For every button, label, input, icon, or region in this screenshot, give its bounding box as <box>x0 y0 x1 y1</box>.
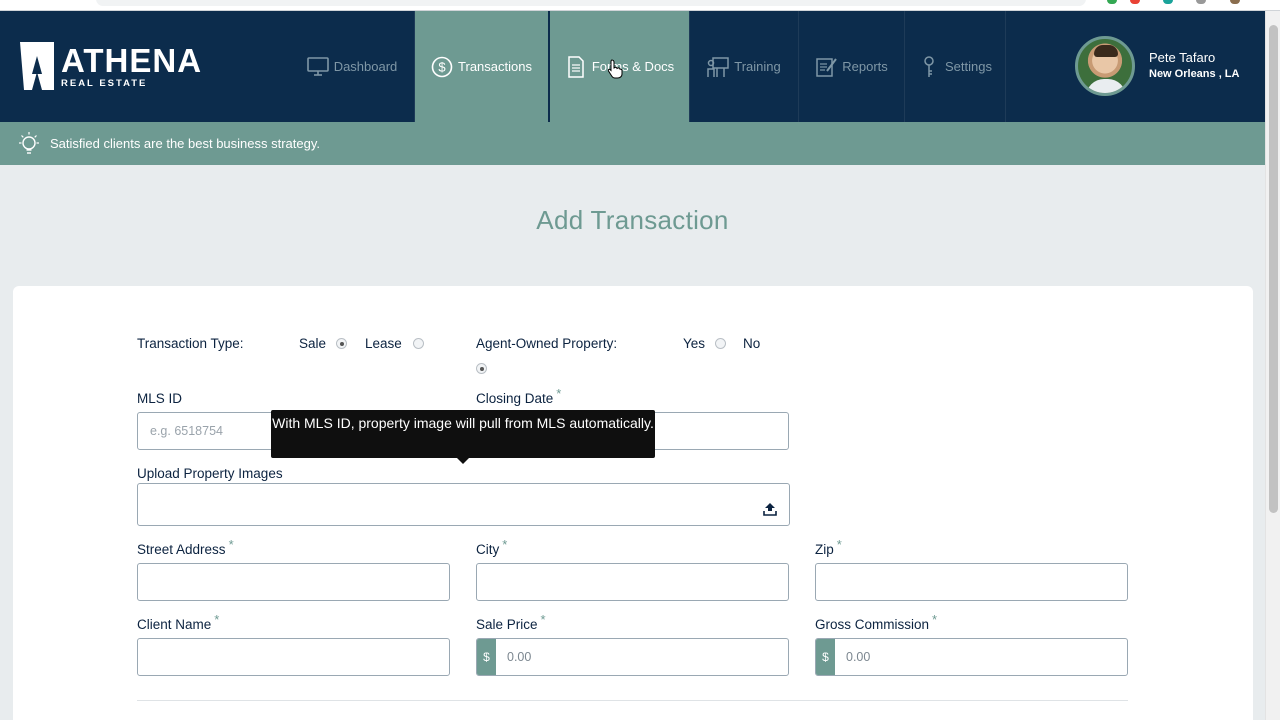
document-icon <box>565 55 587 78</box>
mls-id-label: MLS ID <box>137 391 183 406</box>
extension-icon[interactable] <box>1130 0 1140 4</box>
extension-icon[interactable] <box>1107 0 1117 4</box>
lease-radio[interactable] <box>413 338 424 349</box>
nav-reports[interactable]: Reports <box>799 11 905 122</box>
required-asterisk: * <box>214 612 220 627</box>
extension-icon[interactable] <box>1196 0 1206 4</box>
top-header: ATHENA REAL ESTATE Dashboard $ Transacti… <box>0 11 1265 122</box>
nav-settings[interactable]: Settings <box>905 11 1006 122</box>
sale-radio[interactable] <box>336 338 347 349</box>
athena-logo[interactable]: ATHENA REAL ESTATE <box>20 41 203 101</box>
sale-price-label: Sale Price * <box>476 612 546 632</box>
zip-input[interactable] <box>815 563 1128 601</box>
nav-dashboard-label: Dashboard <box>333 59 398 74</box>
gross-commission-label-text: Gross Commission <box>815 617 930 632</box>
client-name-label-text: Client Name <box>137 617 212 632</box>
page-title: Add Transaction <box>536 205 729 235</box>
brand-subtitle: REAL ESTATE <box>61 78 148 89</box>
required-asterisk: * <box>228 537 234 552</box>
tip-text: Satisfied clients are the best business … <box>50 136 321 151</box>
required-asterisk: * <box>540 612 546 627</box>
section-divider <box>137 700 1128 701</box>
sale-option-label[interactable]: Sale <box>299 336 326 351</box>
nav-reports-label: Reports <box>842 59 888 74</box>
street-address-input[interactable] <box>137 563 450 601</box>
upload-images-label: Upload Property Images <box>137 466 283 481</box>
mls-tooltip: With MLS ID, property image will pull fr… <box>271 410 655 464</box>
hand-cursor-icon <box>607 59 623 79</box>
transaction-type-label: Transaction Type: <box>137 336 244 351</box>
nav-transactions-label: Transactions <box>458 59 532 74</box>
athena-logo-mark-icon <box>20 42 54 90</box>
page-scrollbar[interactable] <box>1265 11 1280 720</box>
currency-addon: $ <box>477 639 496 675</box>
city-input[interactable] <box>476 563 789 601</box>
lightbulb-icon <box>16 131 42 157</box>
sale-price-value: 0.00 <box>507 650 532 664</box>
nav-training-label: Training <box>734 59 781 74</box>
extension-icon[interactable] <box>1163 0 1173 4</box>
yes-option-label[interactable]: Yes <box>683 336 705 351</box>
street-address-label: Street Address * <box>137 537 234 557</box>
currency-addon: $ <box>816 639 835 675</box>
street-address-label-text: Street Address <box>137 542 226 557</box>
report-icon <box>815 56 838 78</box>
lease-option-label[interactable]: Lease <box>365 336 402 351</box>
nav-settings-label: Settings <box>945 59 992 74</box>
gross-commission-value: 0.00 <box>846 650 871 664</box>
client-name-label: Client Name * <box>137 612 219 632</box>
sale-price-input[interactable]: $ 0.00 <box>476 638 789 676</box>
dollar-circle-icon: $ <box>431 56 453 78</box>
profile-icon[interactable] <box>1230 0 1240 4</box>
scrollbar-thumb[interactable] <box>1269 25 1278 513</box>
required-asterisk: * <box>932 612 938 627</box>
upload-images-field[interactable] <box>137 483 790 526</box>
brand-name: ATHENA <box>61 42 203 79</box>
city-label-text: City <box>476 542 500 557</box>
sale-price-label-text: Sale Price <box>476 617 538 632</box>
gross-commission-label: Gross Commission * <box>815 612 937 632</box>
avatar[interactable] <box>1075 36 1135 96</box>
required-asterisk: * <box>836 537 842 552</box>
nav-transactions[interactable]: $ Transactions <box>415 11 549 122</box>
zip-label-text: Zip <box>815 542 834 557</box>
browser-toolbar <box>0 0 1280 11</box>
tip-bar: Satisfied clients are the best business … <box>0 122 1265 165</box>
upload-icon[interactable] <box>763 502 777 516</box>
yes-radio[interactable] <box>715 338 726 349</box>
required-asterisk: * <box>502 537 508 552</box>
nav-forms-docs-label: Forms & Docs <box>591 59 675 74</box>
address-bar[interactable] <box>96 0 1086 6</box>
training-icon <box>707 56 729 78</box>
zip-label: Zip * <box>815 537 842 557</box>
no-option-label[interactable]: No <box>743 336 760 351</box>
nav-training[interactable]: Training <box>690 11 799 122</box>
key-icon <box>918 55 940 78</box>
closing-date-label-text: Closing Date <box>476 391 554 406</box>
client-name-input[interactable] <box>137 638 450 676</box>
no-radio[interactable] <box>476 363 487 374</box>
required-asterisk: * <box>556 386 562 401</box>
nav-dashboard[interactable]: Dashboard <box>290 11 415 122</box>
agent-owned-label: Agent-Owned Property: <box>476 336 618 351</box>
user-location: New Orleans , LA <box>1149 68 1240 80</box>
city-label: City * <box>476 537 507 557</box>
user-name: Pete Tafaro <box>1149 50 1216 65</box>
monitor-icon <box>306 56 329 78</box>
svg-text:$: $ <box>438 59 446 74</box>
gross-commission-input[interactable]: $ 0.00 <box>815 638 1128 676</box>
closing-date-label: Closing Date * <box>476 386 561 406</box>
